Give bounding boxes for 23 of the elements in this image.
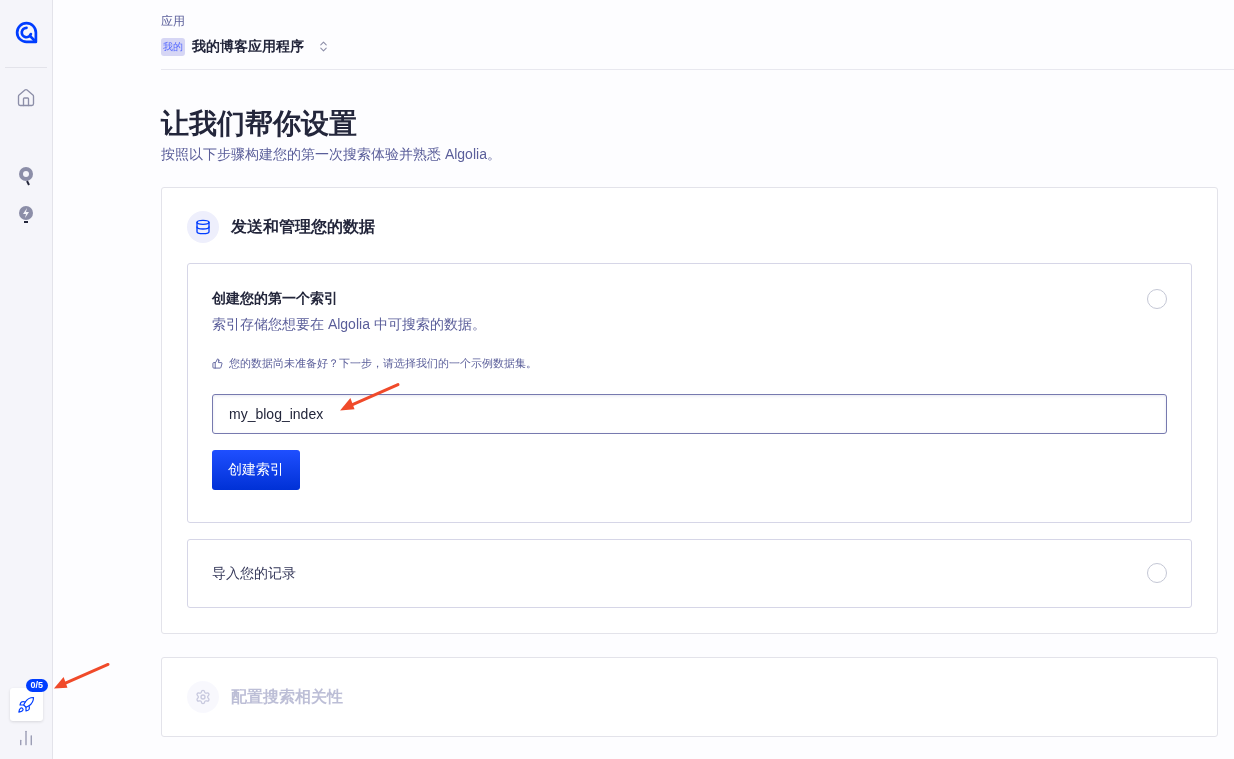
step-title: 创建您的第一个索引 (212, 289, 338, 308)
hint-text: 您的数据尚未准备好？下一步，请选择我们的一个示例数据集。 (229, 356, 537, 371)
app-label: 应用 (161, 13, 185, 30)
updown-icon (317, 40, 330, 53)
page-title: 让我们帮你设置 (161, 107, 358, 141)
thumbs-up-icon (212, 357, 223, 369)
index-name-field[interactable]: my_blog_index (212, 393, 1167, 434)
page-subtitle: 按照以下步骤构建您的第一次搜索体验并熟悉 Algolia。 (161, 145, 502, 164)
step-description: 索引存储您想要在 Algolia 中可搜索的数据。 (212, 315, 487, 334)
app-avatar: 我的 (161, 37, 185, 56)
home-icon[interactable] (16, 88, 36, 108)
step-title: 导入您的记录 (212, 563, 296, 583)
section-title: 配置搜索相关性 (231, 686, 343, 707)
rocket-button[interactable] (9, 688, 43, 721)
chart-icon[interactable] (17, 729, 35, 747)
section-title: 发送和管理您的数据 (231, 217, 375, 237)
create-index-button[interactable]: 创建索引 (212, 449, 300, 490)
progress-badge: 0/5 (25, 679, 48, 692)
rocket-icon (17, 695, 35, 714)
bolt-icon[interactable] (17, 205, 35, 225)
logo-icon (13, 20, 39, 45)
search-icon[interactable] (17, 166, 35, 186)
app-selector[interactable]: 我的 我的博客应用程序 (161, 36, 330, 57)
